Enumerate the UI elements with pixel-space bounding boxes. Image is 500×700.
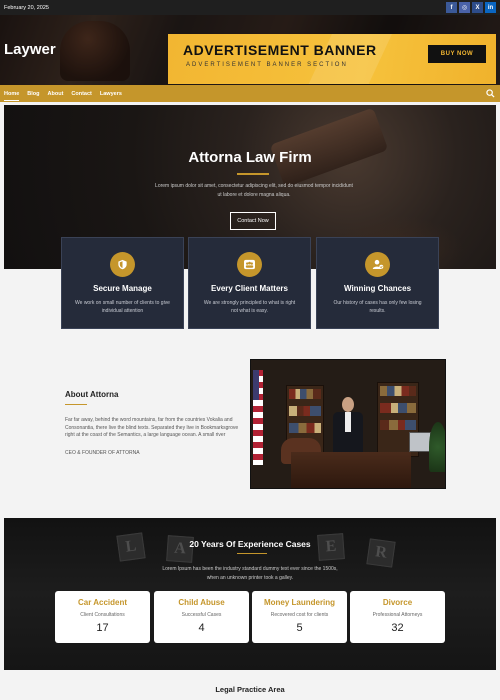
plant-graphic [429,422,445,472]
x-icon[interactable]: X [472,2,483,13]
nav-item-contact[interactable]: Contact [71,91,91,97]
book-row [289,423,321,433]
group-icon [237,252,262,277]
ad-subtitle: ADVERTISEMENT BANNER SECTION [186,62,348,68]
stat-subtitle: Recovered cost for clients [270,612,329,618]
book-row [380,386,416,396]
about-body: Far far away, behind the word mountains,… [65,417,239,439]
feature-card: Winning Chances Our history of cases has… [316,237,439,329]
linkedin-icon[interactable]: in [485,2,496,13]
advertisement-banner[interactable]: ADVERTISEMENT BANNER ADVERTISEMENT BANNE… [168,34,496,84]
hero-description: Lorem ipsum dolor sit amet, consectetur … [155,183,353,198]
stat-value: 17 [96,622,109,634]
site-logo[interactable]: Laywer [4,41,56,58]
attorney-head [342,397,354,412]
facebook-icon[interactable]: f [446,2,457,13]
current-date: February 20, 2025 [4,4,49,11]
about-ceo-label: CEO & FOUNDER OF ATTORNA [65,449,140,456]
stat-title: Child Abuse [178,598,225,607]
nav-item-blog[interactable]: Blog [27,91,39,97]
feature-card: Every Client Matters We are strongly pri… [188,237,311,329]
book-row [289,389,321,399]
stat-subtitle: Successful Cases [181,612,222,618]
legal-practice-title: Legal Practice Area [215,685,285,694]
stat-title: Car Accident [77,598,128,607]
stat-value: 5 [296,622,303,634]
experience-section: L A E R 20 Years Of Experience Cases Lor… [4,518,496,670]
stat-card: Child Abuse Successful Cases 4 [154,591,249,643]
feature-title: Secure Manage [93,284,152,293]
nav-item-home[interactable]: Home [4,91,20,101]
stat-card: Money Laundering Recovered cost for clie… [252,591,347,643]
about-divider [65,404,87,406]
monitor-graphic [409,432,431,452]
flag-graphic [253,370,263,465]
experience-text: Lorem Ipsum has been the industry standa… [162,566,338,581]
feature-title: Winning Chances [343,284,412,293]
book-row [380,403,416,413]
stat-title: Divorce [382,598,413,607]
about-title: About Attorna [65,390,119,399]
feature-cards: Secure Manage We work on small number of… [61,237,439,329]
top-bar: February 20, 2025 f ◎ X in [0,0,500,15]
experience-divider [237,553,267,555]
experience-title: 20 Years Of Experience Cases [189,539,311,549]
stat-subtitle: Professional Attorneys [372,612,423,618]
feature-card: Secure Manage We work on small number of… [61,237,184,329]
buy-now-button[interactable]: BUY NOW [428,45,486,63]
stat-card: Car Accident Client Consultations 17 [55,591,150,643]
nav-item-lawyers[interactable]: Lawyers [100,91,122,97]
feature-text: Our history of cases has only few losing… [333,300,422,314]
header-background-chair [60,21,130,81]
site-header: Laywer ADVERTISEMENT BANNER ADVERTISEMEN… [0,15,500,85]
about-section: About Attorna Far far away, behind the w… [65,390,240,456]
feature-text: We are strongly principled to what is ri… [203,300,296,314]
ad-title: ADVERTISEMENT BANNER [183,42,377,58]
office-desk [291,452,411,488]
nav-item-about[interactable]: About [48,91,64,97]
attorney-office-photo [250,359,446,489]
feature-title: Every Client Matters [211,284,288,293]
main-nav: Home Blog About Contact Lawyers [0,85,500,102]
contact-now-button[interactable]: Contact Now [230,212,276,230]
hero-divider [237,173,269,175]
social-links: f ◎ X in [446,2,496,13]
stat-subtitle: Client Consultations [80,612,125,618]
shield-icon [110,252,135,277]
book-row [380,420,416,430]
instagram-icon[interactable]: ◎ [459,2,470,13]
feature-text: We work on small number of clients to gi… [75,300,170,314]
stat-card: Divorce Professional Attorneys 32 [350,591,445,643]
attorney-shirt [345,412,351,432]
user-check-icon [365,252,390,277]
book-row [289,406,321,416]
stat-value: 32 [391,622,404,634]
stat-value: 4 [198,622,205,634]
stat-title: Money Laundering [263,598,336,607]
search-icon[interactable] [486,89,495,98]
hero-title: Attorna Law Firm [188,149,312,166]
